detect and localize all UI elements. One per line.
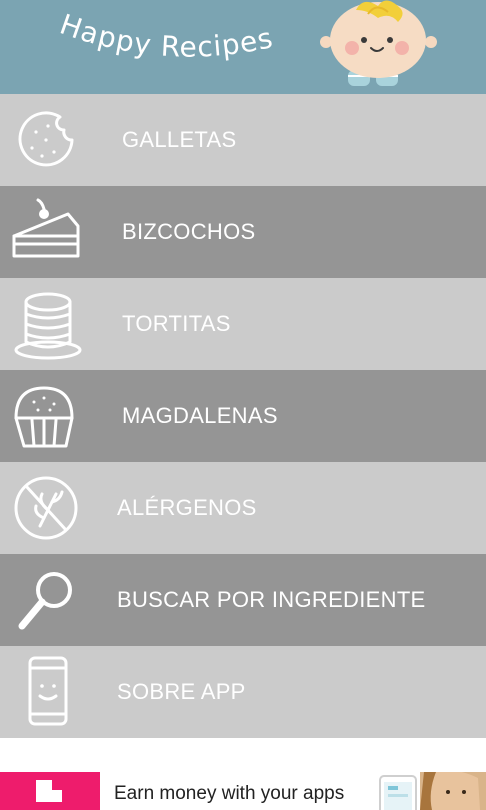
smiling-phone-icon — [28, 656, 68, 726]
cake-slice-icon — [12, 198, 80, 258]
ad-person-image — [420, 772, 486, 810]
menu-item-label: BUSCAR POR INGREDIENTE — [117, 587, 426, 612]
pancakes-icon — [14, 292, 82, 360]
menu-item-magdalenas[interactable]: MAGDALENAS — [0, 370, 486, 462]
muffin-icon — [14, 386, 74, 448]
menu-item-tortitas[interactable]: TORTITAS — [0, 278, 486, 370]
app-header: Happy Recipes — [0, 0, 486, 94]
no-wheat-icon — [14, 476, 78, 540]
ad-brand-icon — [36, 780, 62, 802]
baby-mascot-icon — [320, 0, 437, 86]
menu-item-buscar[interactable]: BUSCAR POR INGREDIENTE — [0, 554, 486, 646]
ad-logo — [0, 772, 100, 810]
ad-phone-image — [379, 775, 417, 810]
menu-item-label: TORTITAS — [122, 311, 231, 336]
menu-item-galletas[interactable]: GALLETAS — [0, 94, 486, 186]
cookie-icon — [18, 111, 74, 167]
recipe-menu: GALLETAS BIZCOCHOS TORTITAS MAGDALENAS A… — [0, 94, 486, 738]
menu-item-label: GALLETAS — [122, 127, 237, 152]
menu-item-label: ALÉRGENOS — [117, 495, 257, 520]
magnifier-icon — [18, 572, 72, 630]
ad-banner[interactable]: Earn money with your apps — [0, 772, 486, 810]
menu-item-sobre-app[interactable]: SOBRE APP — [0, 646, 486, 738]
menu-item-bizcochos[interactable]: BIZCOCHOS — [0, 186, 486, 278]
svg-text:Happy Recipes: Happy Recipes — [56, 8, 276, 64]
ad-text: Earn money with your apps — [114, 783, 345, 804]
menu-item-alergenos[interactable]: ALÉRGENOS — [0, 462, 486, 554]
menu-item-label: MAGDALENAS — [122, 403, 278, 428]
menu-item-label: SOBRE APP — [117, 679, 246, 704]
menu-item-label: BIZCOCHOS — [122, 219, 256, 244]
